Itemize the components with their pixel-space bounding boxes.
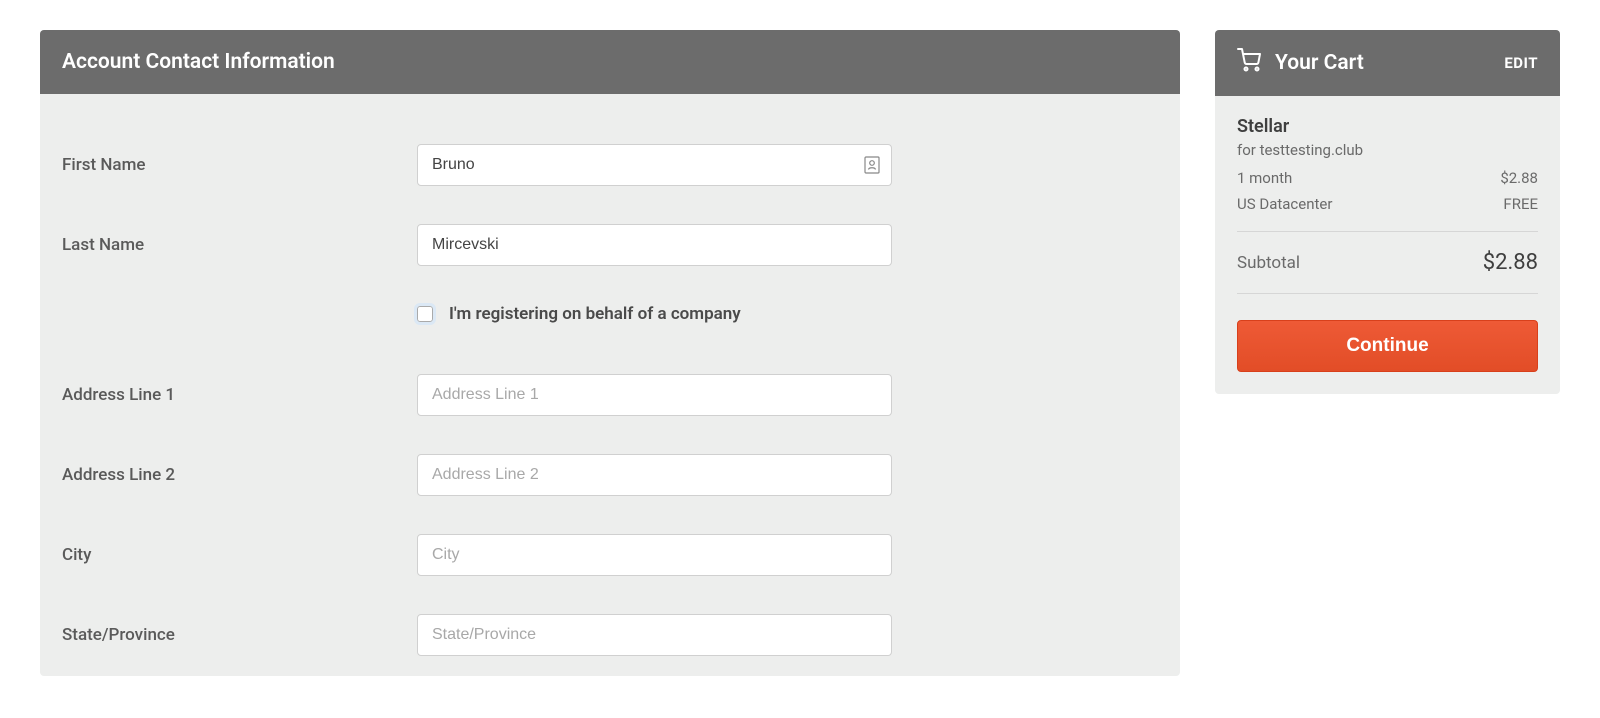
cart-product-name: Stellar: [1237, 116, 1538, 137]
subtotal-value: $2.88: [1483, 250, 1538, 275]
state-label: State/Province: [62, 625, 417, 645]
cart-edit-link[interactable]: EDIT: [1504, 54, 1538, 72]
panel-title: Account Contact Information: [40, 30, 1180, 94]
city-row: City: [62, 534, 1158, 576]
cart-line-label: 1 month: [1237, 169, 1292, 187]
cart-for-domain: for testtesting.club: [1237, 141, 1538, 159]
divider: [1237, 293, 1538, 294]
cart-line-item: US Datacenter FREE: [1237, 195, 1538, 213]
last-name-input[interactable]: [417, 224, 892, 266]
address1-row: Address Line 1: [62, 374, 1158, 416]
cart-subtotal: Subtotal $2.88: [1237, 250, 1538, 275]
cart-line-value: $2.88: [1500, 169, 1538, 187]
first-name-row: First Name: [62, 144, 1158, 186]
address1-label: Address Line 1: [62, 385, 417, 405]
cart-line-item: 1 month $2.88: [1237, 169, 1538, 187]
address1-input[interactable]: [417, 374, 892, 416]
state-input[interactable]: [417, 614, 892, 656]
continue-button[interactable]: Continue: [1237, 320, 1538, 372]
address2-input[interactable]: [417, 454, 892, 496]
subtotal-label: Subtotal: [1237, 253, 1300, 273]
city-input[interactable]: [417, 534, 892, 576]
cart-line-value: FREE: [1503, 195, 1538, 213]
address2-label: Address Line 2: [62, 465, 417, 485]
first-name-input[interactable]: [417, 144, 892, 186]
city-label: City: [62, 545, 417, 565]
cart-icon: [1237, 48, 1261, 78]
divider: [1237, 231, 1538, 232]
cart-panel: Your Cart EDIT Stellar for testtesting.c…: [1215, 30, 1560, 394]
address2-row: Address Line 2: [62, 454, 1158, 496]
company-checkbox-row: I'm registering on behalf of a company: [417, 304, 1158, 324]
account-contact-panel: Account Contact Information First Name: [40, 30, 1180, 676]
cart-line-label: US Datacenter: [1237, 195, 1332, 213]
company-checkbox-label: I'm registering on behalf of a company: [449, 304, 741, 324]
company-checkbox[interactable]: [417, 306, 433, 322]
state-row: State/Province: [62, 614, 1158, 656]
last-name-row: Last Name: [62, 224, 1158, 266]
last-name-label: Last Name: [62, 235, 417, 255]
first-name-label: First Name: [62, 155, 417, 175]
cart-title: Your Cart: [1275, 51, 1364, 75]
